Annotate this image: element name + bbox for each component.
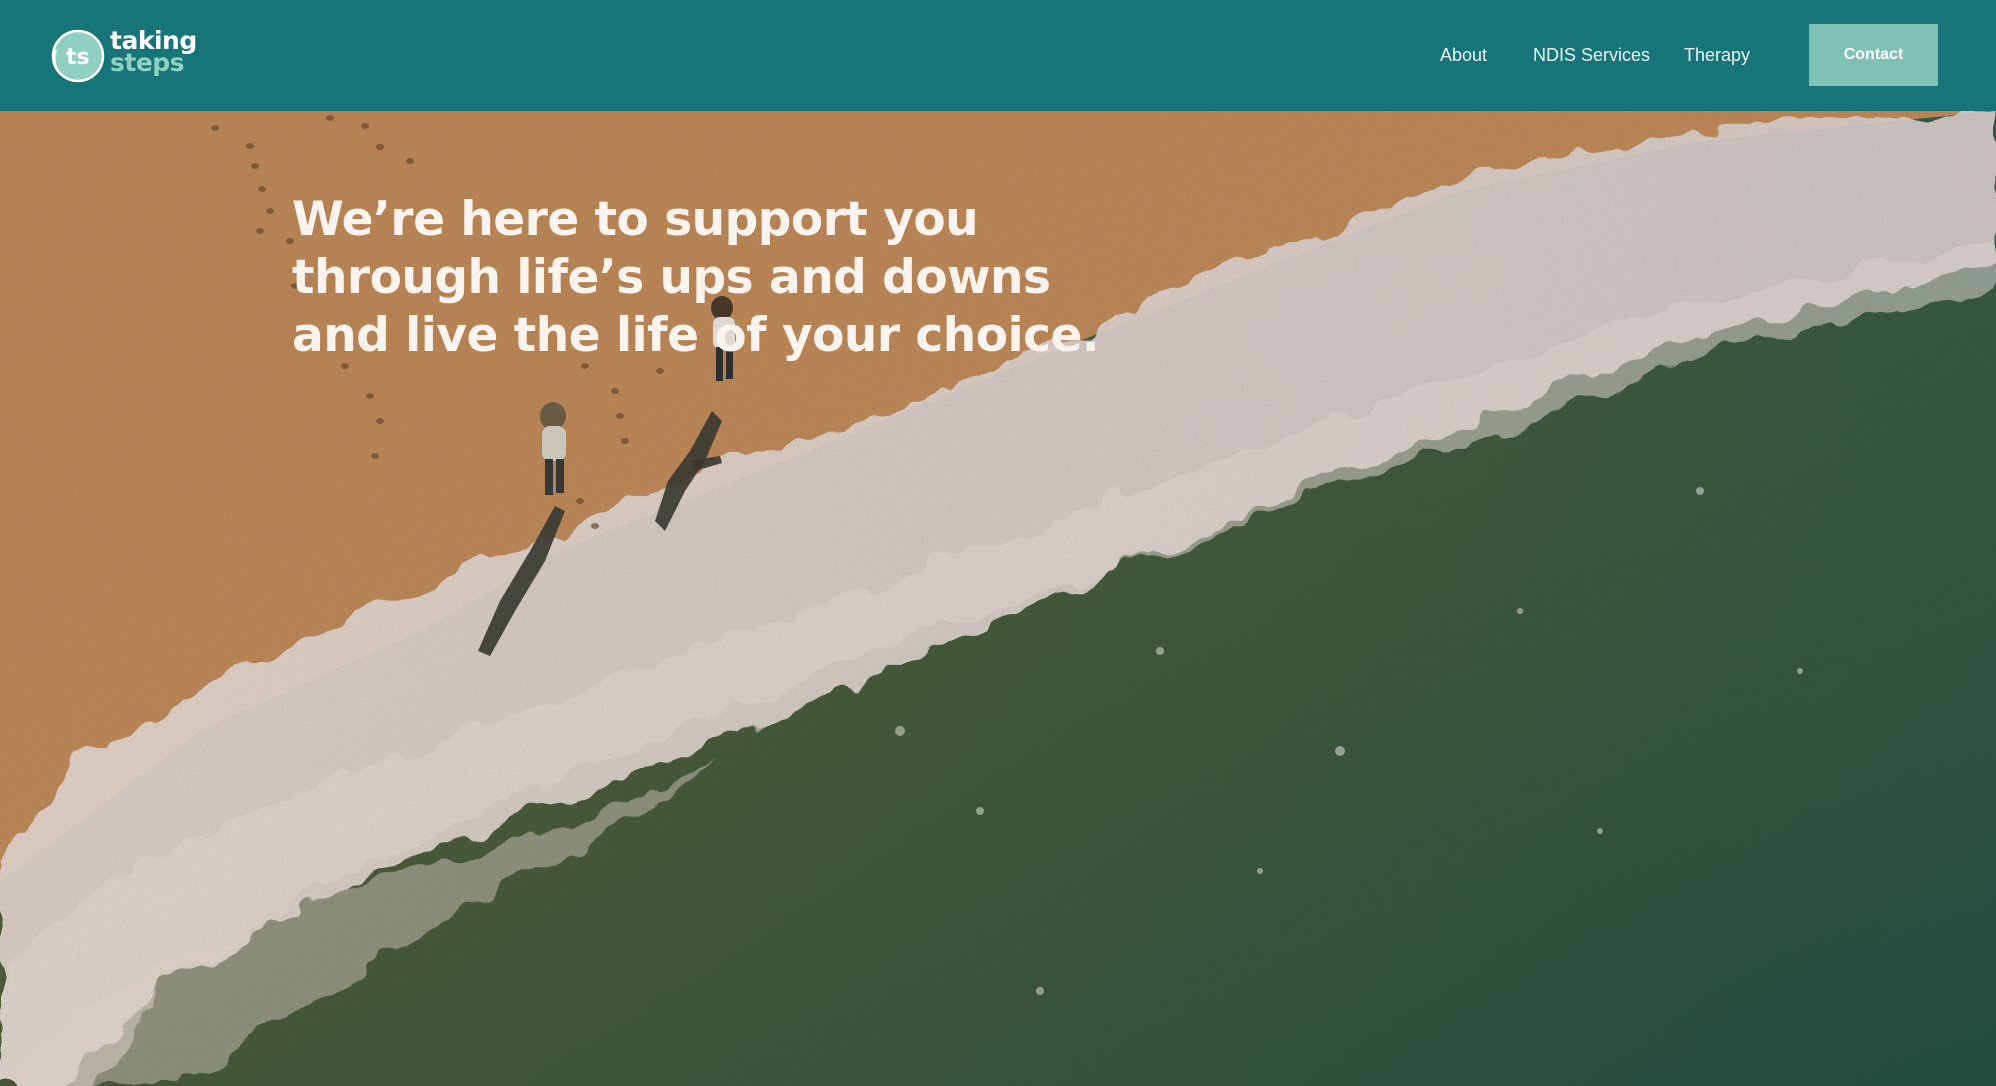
contact-button[interactable]: Contact (1809, 24, 1938, 86)
logo-link[interactable]: ts taking steps (50, 28, 200, 84)
hero-headline: We’re here to support you through life’s… (292, 191, 1100, 365)
page: ts taking steps About NDIS Services Ther… (0, 0, 1996, 1086)
logo-wordmark: taking steps (110, 28, 197, 77)
logo-word-steps: steps (110, 48, 185, 77)
nav-ndis-services[interactable]: NDIS Services (1533, 45, 1650, 66)
hero-headline-line: and live the life of your choice. (292, 308, 1100, 363)
hero-headline-line: through life’s ups and downs (292, 250, 1051, 305)
site-header: ts taking steps About NDIS Services Ther… (0, 0, 1996, 111)
hero-headline-line: We’re here to support you (292, 192, 979, 247)
nav-about[interactable]: About (1440, 45, 1487, 66)
logo-monogram: ts (66, 45, 90, 70)
nav-therapy[interactable]: Therapy (1684, 45, 1750, 66)
logo-mark-icon: ts (51, 29, 105, 83)
hero-section: We’re here to support you through life’s… (0, 111, 1996, 1086)
